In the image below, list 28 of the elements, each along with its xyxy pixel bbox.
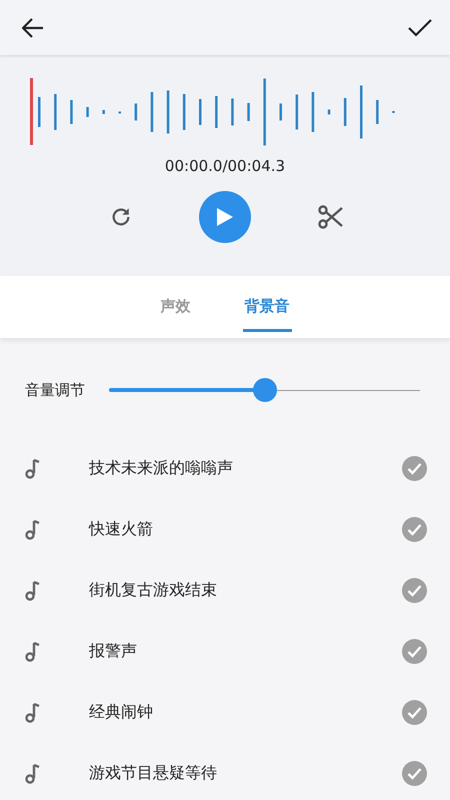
scissors-icon[interactable] — [318, 205, 344, 229]
back-button[interactable] — [22, 18, 44, 38]
confirm-button[interactable] — [408, 18, 432, 36]
slider-thumb[interactable] — [252, 378, 276, 402]
check-icon[interactable] — [402, 578, 427, 603]
music-note-icon — [25, 520, 41, 540]
sound-name[interactable]: 街机复古游戏结束 — [89, 580, 402, 601]
sound-name[interactable]: 经典闹钟 — [89, 702, 402, 723]
tab[interactable]: 背景音 — [242, 276, 292, 332]
playback-time: 00:00.0/00:04.3 — [164, 157, 286, 175]
music-note-icon — [25, 642, 41, 662]
volume-slider[interactable] — [109, 378, 420, 402]
replay-button[interactable] — [110, 206, 132, 228]
play-icon — [216, 207, 234, 227]
sound-name[interactable]: 技术未来派的嗡嗡声 — [89, 458, 402, 479]
check-icon[interactable] — [402, 761, 427, 786]
sound-name[interactable]: 快速火箭 — [89, 519, 402, 540]
music-note-icon — [25, 458, 41, 478]
check-icon[interactable] — [402, 639, 427, 664]
music-note-icon — [25, 580, 41, 600]
sound-name[interactable]: 游戏节目悬疑等待 — [89, 763, 402, 784]
sound-name[interactable]: 报警声 — [89, 641, 402, 662]
check-icon[interactable] — [402, 456, 427, 481]
check-icon[interactable] — [402, 700, 427, 725]
check-icon[interactable] — [402, 517, 427, 542]
volume-label: 音量调节 — [25, 380, 85, 400]
music-note-icon — [25, 702, 41, 722]
music-note-icon — [25, 764, 41, 784]
